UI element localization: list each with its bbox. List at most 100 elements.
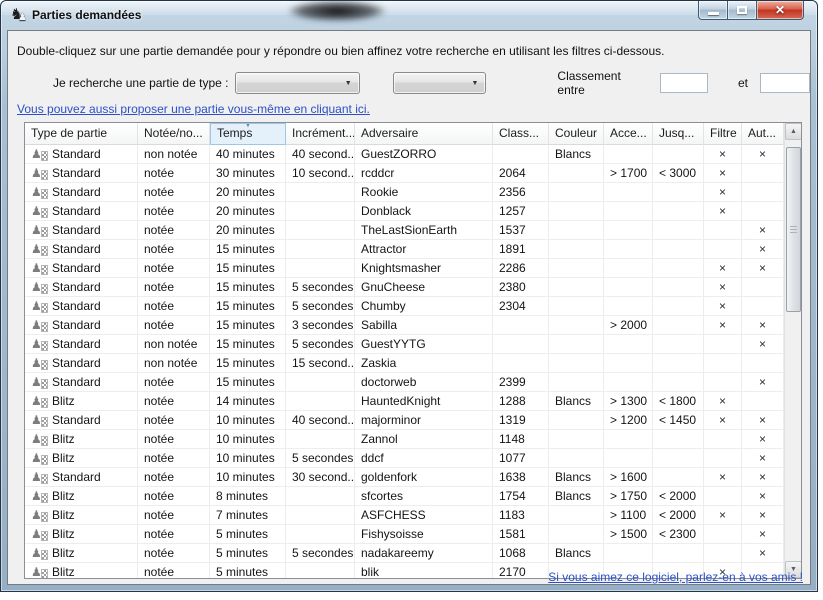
pawn-board-icon: ♟ [31,242,48,256]
cell-rating: 2380 [493,278,549,297]
column-header-color[interactable]: Couleur [549,123,604,145]
cell-auto [742,278,784,297]
minimize-icon [708,12,719,15]
cell-increment [286,183,355,202]
table-row[interactable]: ♟Standardnotée15 minutesdoctorweb2399× [25,373,786,392]
table-row[interactable]: ♟Standardnotée15 minutesAttractor1891× [25,240,786,259]
cell-accept-to: < 2000 [653,487,704,506]
cell-accept-to [653,316,704,335]
cell-time: 7 minutes [210,506,286,525]
column-header-rating[interactable]: Class... [493,123,549,145]
column-header-rated[interactable]: Notée/no... [138,123,210,145]
cell-accept-to [653,221,704,240]
vertical-scrollbar[interactable]: ▲ ▼ [784,123,801,578]
table-row[interactable]: ♟Blitznotée5 minutes5 secondesnadakareem… [25,544,786,563]
table-row[interactable]: ♟Standardnotée15 minutes5 secondesGnuChe… [25,278,786,297]
table-row[interactable]: ♟Blitznotée8 minutessfcortes1754Blancs> … [25,487,786,506]
table-row[interactable]: ♟Standardnotée30 minutes10 second...rcdd… [25,164,786,183]
cell-increment: 30 second... [286,468,355,487]
game-type-text: Blitz [52,508,75,522]
column-header-increment[interactable]: Incrément... [286,123,355,145]
cell-type: ♟Standard [25,316,138,335]
titlebar[interactable]: ♞♟ Parties demandées ✕ [1,1,817,30]
cell-increment [286,221,355,240]
cell-rating: 2304 [493,297,549,316]
game-type-select[interactable]: ▼ [235,72,359,94]
table-row[interactable]: ♟Standardnotée15 minutes3 secondesSabill… [25,316,786,335]
column-header-accept-from[interactable]: Acce... [604,123,653,145]
cell-accept-from: > 1200 [604,411,653,430]
cell-accept-to: < 1450 [653,411,704,430]
cell-rating: 1537 [493,221,549,240]
game-type-text: Standard [52,204,101,218]
column-header-accept-to[interactable]: Jusq... [653,123,704,145]
cell-opponent: GuestZORRO [355,145,493,164]
cell-rating: 2356 [493,183,549,202]
propose-game-link[interactable]: Vous pouvez aussi proposer une partie vo… [17,102,370,116]
cell-rated: notée [138,202,210,221]
scrollbar-thumb[interactable] [786,147,801,312]
table-row[interactable]: ♟Standardnotée10 minutes40 second...majo… [25,411,786,430]
cell-accept-from [604,202,653,221]
cell-auto: × [742,240,784,259]
cell-auto: × [742,487,784,506]
pawn-board-icon: ♟ [31,508,48,522]
scroll-up-button[interactable]: ▲ [785,123,802,140]
cell-filter: × [704,202,742,221]
time-control-select[interactable]: ▼ [393,72,487,94]
table-row[interactable]: ♟Standardnon notée15 minutes15 second...… [25,354,786,373]
game-type-text: Standard [52,356,101,370]
column-header-type[interactable]: Type de partie [25,123,138,145]
table-row[interactable]: ♟Standardnon notée15 minutes5 secondesGu… [25,335,786,354]
table-row[interactable]: ♟Blitznotée10 minutes5 secondesddcf1077× [25,449,786,468]
cell-increment: 5 secondes [286,278,355,297]
rating-max-input[interactable] [760,73,810,93]
column-header-opponent[interactable]: Adversaire [355,123,493,145]
desktop: { "window": { "title": "Parties demandée… [0,0,823,600]
cell-rated: notée [138,221,210,240]
pawn-board-icon: ♟ [31,394,48,408]
cell-accept-from: > 1500 [604,525,653,544]
cell-accept-from [604,297,653,316]
close-button[interactable]: ✕ [757,1,804,20]
caption-buttons: ✕ [698,1,804,20]
cell-color [549,316,604,335]
rating-min-input[interactable] [660,73,708,93]
table-row[interactable]: ♟Standardnotée20 minutesTheLastSionEarth… [25,221,786,240]
pawn-board-icon: ♟ [31,470,48,484]
column-header-filter[interactable]: Filtre [704,123,742,145]
cell-color [549,354,604,373]
table-row[interactable]: ♟Standardnon notée40 minutes40 second...… [25,145,786,164]
table-row[interactable]: ♟Standardnotée15 minutes5 secondesChumby… [25,297,786,316]
cell-opponent: Donblack [355,202,493,221]
minimize-button[interactable] [698,1,728,20]
column-header-time[interactable]: ▼Temps [210,123,286,145]
table-row[interactable]: ♟Standardnotée10 minutes30 second...gold… [25,468,786,487]
column-header-auto[interactable]: Aut... [742,123,784,145]
cell-accept-from [604,259,653,278]
maximize-button[interactable] [728,1,757,20]
table-row[interactable]: ♟Blitznotée5 minutesFishysoisse1581> 150… [25,525,786,544]
cell-rated: notée [138,259,210,278]
cell-opponent: Sabilla [355,316,493,335]
table-row[interactable]: ♟Blitznotée10 minutesZannol1148× [25,430,786,449]
cell-rated: notée [138,430,210,449]
cell-type: ♟Standard [25,240,138,259]
cell-type: ♟Blitz [25,430,138,449]
table-header-row: Type de partieNotée/no...▼TempsIncrément… [25,123,784,145]
cell-type: ♟Blitz [25,449,138,468]
table-row[interactable]: ♟Blitznotée14 minutesHauntedKnight1288Bl… [25,392,786,411]
cell-opponent: Rookie [355,183,493,202]
game-type-text: Blitz [52,432,75,446]
cell-time: 15 minutes [210,335,286,354]
cell-accept-to: < 2300 [653,525,704,544]
table-row[interactable]: ♟Standardnotée15 minutesKnightsmasher228… [25,259,786,278]
cell-accept-from [604,430,653,449]
cell-accept-to [653,183,704,202]
table-row[interactable]: ♟Blitznotée7 minutesASFCHESS1183> 1100< … [25,506,786,525]
pawn-board-icon: ♟ [31,546,48,560]
game-type-text: Blitz [52,489,75,503]
table-row[interactable]: ♟Standardnotée20 minutesDonblack1257× [25,202,786,221]
share-app-link[interactable]: Si vous aimez ce logiciel, parlez-en à v… [548,570,803,584]
table-row[interactable]: ♟Standardnotée20 minutesRookie2356× [25,183,786,202]
